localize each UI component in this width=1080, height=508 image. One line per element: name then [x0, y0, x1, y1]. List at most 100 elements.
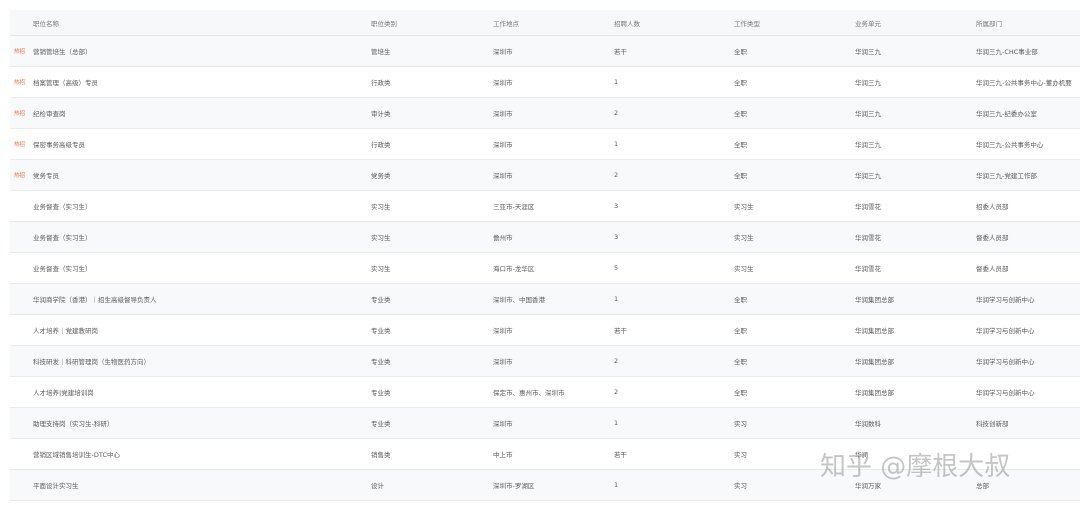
- job-type: 实习生: [734, 203, 754, 211]
- job-title[interactable]: 业务督查（实习生）: [33, 191, 363, 221]
- job-title[interactable]: 助理支持岗（实习生-科研）: [33, 408, 363, 438]
- job-headcount: 3: [614, 202, 619, 210]
- job-category: 销售类: [371, 451, 391, 459]
- department: 华润三九-公共事务中心: [976, 141, 1044, 149]
- hot-badge-label: 热招: [14, 49, 26, 55]
- job-type: 实习生: [734, 234, 754, 242]
- job-title[interactable]: 纪检审查岗: [33, 98, 363, 128]
- table-row[interactable]: 业务督查（实习生） 实习生 海口市-龙华区 5 实习生 华润雪花 督委人员部: [10, 253, 1080, 284]
- job-category: 管培生: [371, 48, 391, 56]
- job-location: 儋州市: [493, 234, 513, 242]
- table-row[interactable]: 人才培养|党建培训岗 专业类 保定市、惠州市、深圳市 2 全职 华润集团总部 华润学习与创新…: [10, 377, 1080, 408]
- job-type: 实习: [734, 482, 747, 490]
- header-dept: 所属部门: [976, 19, 1002, 28]
- job-category: 实习生: [371, 203, 391, 211]
- job-headcount: 1: [614, 295, 619, 303]
- department: 华润三九-CHC事业部: [976, 48, 1038, 56]
- business-unit: 华润: [855, 451, 868, 459]
- job-location: 深圳市: [493, 48, 513, 56]
- job-type: 全职: [734, 296, 747, 304]
- table-row[interactable]: 热招 档案管理（高级）专员 行政类 深圳市 1 全职 华润三九 华润三九-公共事务中心-董办机…: [10, 67, 1080, 98]
- business-unit: 华润万家: [855, 482, 881, 490]
- job-headcount: 2: [614, 109, 619, 117]
- job-headcount: 1: [614, 481, 619, 489]
- job-location: 三亚市-天涯区: [493, 203, 535, 211]
- department: 招委人员部: [976, 203, 1009, 211]
- department: 华润学习与创新中心: [976, 358, 1035, 366]
- job-headcount: 2: [614, 388, 619, 396]
- job-title[interactable]: 业务督查（实习生）: [33, 253, 363, 283]
- business-unit: 华润集团总部: [855, 327, 894, 335]
- job-category: 专业类: [371, 420, 391, 428]
- department: 华润三九-公共事务中心-董办机要: [976, 79, 1072, 87]
- hot-badge: 热招: [13, 129, 31, 159]
- table-row[interactable]: 热招 营销管培生（总部） 管培生 深圳市 若干 全职 华润三九 华润三九-CHC事业部: [10, 36, 1080, 67]
- department: 华润学习与创新中心: [976, 389, 1035, 397]
- header-headcount: 招聘人数: [614, 19, 640, 28]
- department: 督委人员部: [976, 265, 1009, 273]
- business-unit: 华润三九: [855, 48, 881, 56]
- job-listing-table: 职位名称 职位类别 工作地点 招聘人数 工作类型 业务单元 所属部门 热招 营销管…: [10, 10, 1080, 501]
- department: 总部: [976, 482, 989, 490]
- business-unit: 华润雪花: [855, 265, 881, 273]
- job-type: 全职: [734, 110, 747, 118]
- hot-badge-label: 热招: [14, 142, 26, 148]
- job-category: 设计: [371, 482, 384, 490]
- department: 华润三九-纪委办公室: [976, 110, 1037, 118]
- job-title[interactable]: 科技研发｜科研管理岗（生物医药方向）: [33, 346, 363, 376]
- job-title[interactable]: 党务专员: [33, 160, 363, 190]
- job-location: 深圳市: [493, 358, 513, 366]
- business-unit: 华润集团总部: [855, 296, 894, 304]
- table-row[interactable]: 业务督查（实习生） 实习生 三亚市-天涯区 3 实习生 华润雪花 招委人员部: [10, 191, 1080, 222]
- job-title[interactable]: 华润商学院（香港）｜招生高级督导负责人: [33, 284, 363, 314]
- hot-badge-label: 热招: [14, 173, 26, 179]
- job-headcount: 1: [614, 78, 619, 86]
- table-row[interactable]: 热招 纪检审查岗 审计类 深圳市 2 全职 华润三九 华润三九-纪委办公室: [10, 98, 1080, 129]
- business-unit: 华润雪花: [855, 203, 881, 211]
- job-headcount: 2: [614, 171, 619, 179]
- table-row[interactable]: 助理支持岗（实习生-科研） 专业类 深圳市 1 实习 华润数科 科技创新部: [10, 408, 1080, 439]
- header-location: 工作地点: [493, 19, 519, 28]
- job-title[interactable]: 营销区域销售培训生-DTC中心: [33, 439, 363, 469]
- job-headcount: 若干: [614, 327, 627, 335]
- business-unit: 华润三九: [855, 141, 881, 149]
- job-category: 行政类: [371, 79, 391, 87]
- table-row[interactable]: 平面设计实习生 设计 深圳市-罗湖区 1 实习 华润万家 总部: [10, 470, 1080, 501]
- job-title[interactable]: 人才培养|党建培训岗: [33, 377, 363, 407]
- hot-badge-label: 热招: [14, 80, 26, 86]
- job-title[interactable]: 业务督查（实习生）: [33, 222, 363, 252]
- table-row[interactable]: 科技研发｜科研管理岗（生物医药方向） 专业类 深圳市 2 全职 华润集团总部 华润学习与创新…: [10, 346, 1080, 377]
- table-row[interactable]: 热招 党务专员 党务类 深圳市 2 全职 华润三九 华润三九-党建工作部: [10, 160, 1080, 191]
- table-row[interactable]: 人才培养｜党建教研岗 专业类 深圳市 若干 全职 华润集团总部 华润学习与创新中心: [10, 315, 1080, 346]
- job-title[interactable]: 平面设计实习生: [33, 470, 363, 500]
- hot-badge: 热招: [13, 98, 31, 128]
- job-location: 深圳市: [493, 327, 513, 335]
- job-category: 党务类: [371, 172, 391, 180]
- job-title[interactable]: 档案管理（高级）专员: [33, 67, 363, 97]
- job-location: 深圳市: [493, 79, 513, 87]
- hot-badge-label: 热招: [14, 111, 26, 117]
- table-row[interactable]: 华润商学院（香港）｜招生高级督导负责人 专业类 深圳市、中国香港 1 全职 华润集团总部 华…: [10, 284, 1080, 315]
- table-row[interactable]: 营销区域销售培训生-DTC中心 销售类 中上市 若干 实习 华润: [10, 439, 1080, 470]
- job-type: 实习生: [734, 265, 754, 273]
- department: 督委人员部: [976, 234, 1009, 242]
- job-headcount: 若干: [614, 48, 627, 56]
- job-type: 全职: [734, 79, 747, 87]
- job-title[interactable]: 保密事务高级专员: [33, 129, 363, 159]
- job-location: 深圳市-罗湖区: [493, 482, 535, 490]
- job-type: 全职: [734, 48, 747, 56]
- job-type: 实习: [734, 420, 747, 428]
- job-category: 专业类: [371, 389, 391, 397]
- hot-badge: 热招: [13, 67, 31, 97]
- job-headcount: 若干: [614, 451, 627, 459]
- department: 华润三九-党建工作部: [976, 172, 1037, 180]
- business-unit: 华润三九: [855, 110, 881, 118]
- table-row[interactable]: 热招 保密事务高级专员 行政类 深圳市 1 全职 华润三九 华润三九-公共事务中心: [10, 129, 1080, 160]
- table-row[interactable]: 业务督查（实习生） 实习生 儋州市 3 实习生 华润雪花 督委人员部: [10, 222, 1080, 253]
- job-title[interactable]: 人才培养｜党建教研岗: [33, 315, 363, 345]
- job-headcount: 1: [614, 419, 619, 427]
- header-type: 工作类型: [734, 19, 760, 28]
- job-category: 实习生: [371, 265, 391, 273]
- job-title[interactable]: 营销管培生（总部）: [33, 36, 363, 66]
- job-location: 深圳市: [493, 110, 513, 118]
